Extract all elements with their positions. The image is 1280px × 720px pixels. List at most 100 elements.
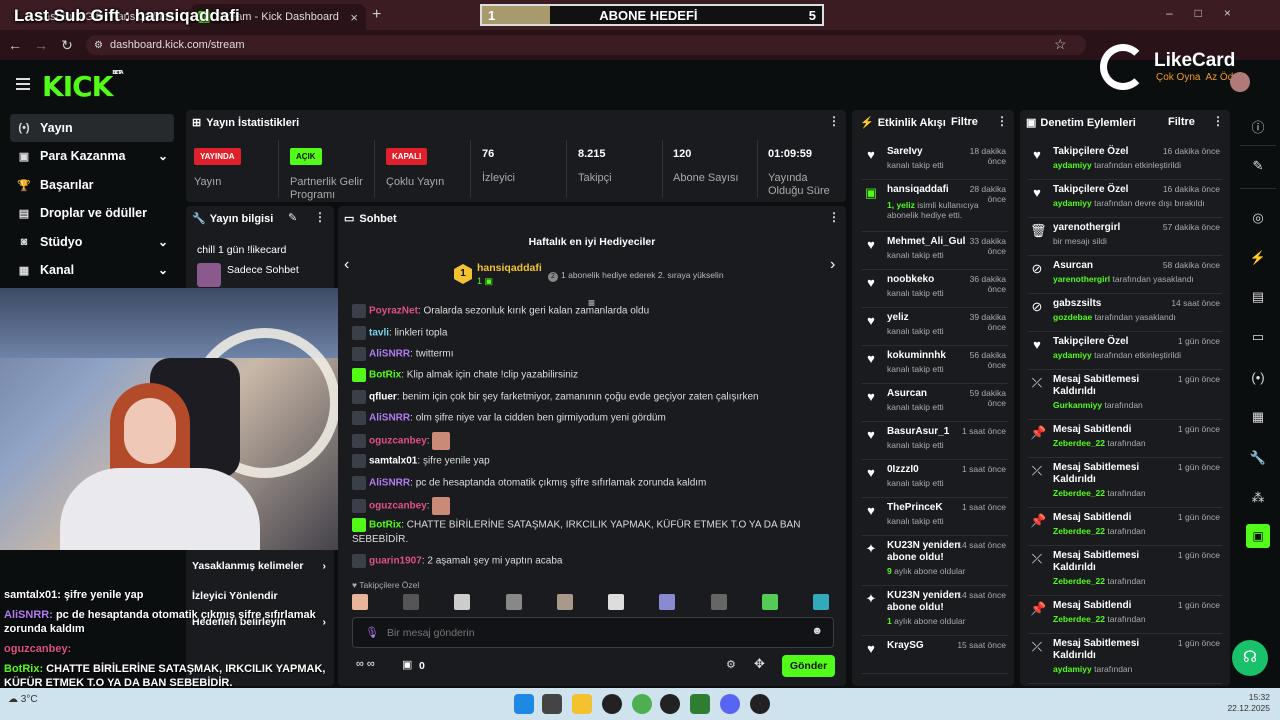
activity-item[interactable]: ♥ 0IzzzI0 1 saat önce kanalı takip etti <box>862 464 1008 498</box>
moderation-item[interactable]: ♥ Takipçilere Özel 16 dakika önce aydamiyy … <box>1028 184 1222 218</box>
moderation-item[interactable]: ⊘ Asurcan 58 dakika önce yarenothergirl tar… <box>1028 260 1222 294</box>
send-button[interactable]: Gönder <box>782 655 835 677</box>
close-tab-icon[interactable]: × <box>350 10 358 25</box>
settings-icon[interactable]: ⚙ <box>726 658 736 671</box>
emote-icon[interactable] <box>659 594 676 610</box>
kick-app-icon[interactable]: ▣ <box>1246 524 1270 548</box>
sidebar-item-kanal[interactable]: ▦ Kanal ⌄ <box>10 256 174 284</box>
store-icon[interactable]: ▣ <box>402 658 412 671</box>
activity-item[interactable]: ✦ KU23N yeniden abone oldu! 14 saat önce 1 … <box>862 590 1008 636</box>
sidebar-item-basarilar[interactable]: 🏆 Başarılar <box>10 171 174 199</box>
document-icon[interactable]: ▤ <box>1248 287 1268 307</box>
moderation-item[interactable]: 🗑 yarenothergirl 57 dakika önce bir mesajı … <box>1028 222 1222 256</box>
activity-menu-icon[interactable]: ⋮ <box>996 114 1008 128</box>
puzzle-icon[interactable]: ✥ <box>754 656 765 672</box>
share-icon[interactable]: ⁂ <box>1248 488 1268 508</box>
activity-item[interactable]: ♥ BasurAsur_1 1 saat önce kanalı takip etti <box>862 426 1008 460</box>
microphone-icon[interactable]: 🎙 <box>365 626 379 639</box>
taskbar-clock[interactable]: 15:32 22.12.2025 <box>1226 692 1270 714</box>
file-explorer-icon[interactable] <box>572 694 592 714</box>
emote-icon[interactable] <box>710 594 727 610</box>
activity-item[interactable]: ✦ KU23N yeniden abone oldu! 14 saat önce 9 … <box>862 540 1008 586</box>
chat-input[interactable] <box>387 624 807 642</box>
menu-icon[interactable] <box>16 78 30 80</box>
chevron-right-icon[interactable]: › <box>830 256 835 274</box>
emote-icon[interactable] <box>454 594 471 610</box>
activity-item[interactable]: ♥ Mehmet_Ali_Gul 33 dakika önce kanalı taki… <box>862 236 1008 270</box>
sidebar-item-droplar[interactable]: ▤ Droplar ve ödüller <box>10 199 174 227</box>
activity-item[interactable]: ♥ SareIvy 18 dakika önce kanalı takip etti <box>862 146 1008 180</box>
chat-username[interactable]: AliSNRR <box>369 478 410 489</box>
emote-icon[interactable] <box>403 594 420 610</box>
stats-menu-icon[interactable]: ⋮ <box>828 114 840 128</box>
back-icon[interactable]: ← <box>6 36 24 54</box>
chat-username[interactable]: guarin1907 <box>369 556 422 567</box>
chat-username[interactable]: AliSNRR <box>369 349 410 360</box>
new-tab-icon[interactable]: + <box>372 6 381 24</box>
activity-item[interactable]: ▣ hansiqaddafi 28 dakika önce 1, yeliz isim… <box>862 184 1008 232</box>
moderation-item[interactable]: ♥ Takipçilere Özel 1 gün önce aydamiyy tara… <box>1028 336 1222 370</box>
avatar[interactable] <box>1230 72 1250 92</box>
chat-username[interactable]: PoyrazNet <box>369 306 418 317</box>
sidebar-item-yayin[interactable]: (•) Yayın <box>10 114 174 142</box>
camera-icon[interactable]: ◎ <box>1248 208 1268 228</box>
activity-item[interactable]: ♥ KraySG 15 saat önce <box>862 640 1008 674</box>
edit-icon[interactable]: ✎ <box>288 211 297 224</box>
window-controls[interactable]: –□× <box>1166 6 1253 20</box>
layout-icon[interactable]: ▦ <box>1248 407 1268 427</box>
chat-username[interactable]: AliSNRR <box>369 413 410 424</box>
emoji-icon[interactable]: ☻ <box>811 625 823 637</box>
chat-username[interactable]: oguzcanbey <box>369 436 427 447</box>
wrench-icon[interactable]: 🔧 <box>1248 448 1268 468</box>
sidebar-item-studyo[interactable]: ◙ Stüdyo ⌄ <box>10 228 174 256</box>
broadcast-icon[interactable]: (•) <box>1248 368 1268 388</box>
reload-icon[interactable]: ↻ <box>58 36 76 54</box>
moderation-filter-button[interactable]: Filtre <box>1168 116 1195 128</box>
chat-input-box[interactable]: 🎙 ☻ <box>352 617 834 648</box>
activity-item[interactable]: ♥ Asurcan 59 dakika önce kanalı takip etti <box>862 388 1008 422</box>
discord-icon[interactable] <box>720 694 740 714</box>
moderation-item[interactable]: ⤫ Mesaj Sabitlemesi Kaldırıldı 1 gün önce a… <box>1028 638 1222 684</box>
chat-menu-icon[interactable]: ⋮ <box>828 210 840 224</box>
forward-icon[interactable]: → <box>32 36 50 54</box>
support-headset-icon[interactable]: ☊ <box>1232 640 1268 676</box>
infinity-points-icon[interactable]: ∞ ∞ <box>356 658 375 670</box>
emote-icon[interactable] <box>505 594 522 610</box>
activity-filter-button[interactable]: Filtre <box>951 116 978 128</box>
chat-username[interactable]: tavli <box>369 328 389 339</box>
task-view-icon[interactable] <box>542 694 562 714</box>
stream-info-menu-icon[interactable]: ⋮ <box>314 210 326 224</box>
moderation-item[interactable]: ⊘ gabszsilts 14 saat önce gozdebae tarafınd… <box>1028 298 1222 332</box>
chat-username[interactable]: BotRix <box>369 520 401 531</box>
chat-username[interactable]: oguzcanbey <box>369 501 427 512</box>
url-field[interactable]: ⚙ dashboard.kick.com/stream <box>86 35 1086 55</box>
bookmark-star-icon[interactable]: ☆ <box>1054 36 1067 53</box>
emote-icon[interactable] <box>352 594 368 610</box>
chat-username[interactable]: qfluer <box>369 392 397 403</box>
chat-username[interactable]: BotRix <box>369 370 401 381</box>
app-icon[interactable] <box>750 694 770 714</box>
app-icon[interactable] <box>660 694 680 714</box>
banned-words-link[interactable]: Yasaklanmış kelimeler › <box>192 560 332 580</box>
activity-item[interactable]: ♥ ThePrinceK 1 saat önce kanalı takip etti <box>862 502 1008 536</box>
site-info-icon[interactable]: ⚙ <box>94 40 103 51</box>
chrome-icon[interactable] <box>632 694 652 714</box>
emote-icon[interactable] <box>761 594 778 610</box>
moderation-item[interactable]: ♥ Takipçilere Özel 16 dakika önce aydamiyy … <box>1028 146 1222 180</box>
activity-item[interactable]: ♥ kokuminnhk 56 dakika önce kanalı takip et… <box>862 350 1008 384</box>
moderation-item[interactable]: 📌 Mesaj Sabitlendi 1 gün önce Zeberdee_22 t… <box>1028 600 1222 634</box>
kick-logo[interactable]: KICKBETA <box>42 70 124 103</box>
emote-icon[interactable] <box>812 594 829 610</box>
sidebar-item-para-kazanma[interactable]: ▣ Para Kazanma ⌄ <box>10 142 174 170</box>
emote-icon[interactable] <box>556 594 573 610</box>
activity-item[interactable]: ♥ noobkeko 36 dakika önce kanalı takip etti <box>862 274 1008 308</box>
chat-icon[interactable]: ▭ <box>1248 327 1268 347</box>
moderation-item[interactable]: ⤫ Mesaj Sabitlemesi Kaldırıldı 1 gün önce Z… <box>1028 462 1222 508</box>
moderation-item[interactable]: ⤫ Mesaj Sabitlemesi Kaldırıldı 1 gün önce Z… <box>1028 550 1222 596</box>
chat-username[interactable]: samtalx01 <box>369 456 417 467</box>
chevron-left-icon[interactable]: ‹ <box>344 256 349 274</box>
info-icon[interactable]: ⓘ <box>1248 118 1268 138</box>
bolt-icon[interactable]: ⚡ <box>1248 248 1268 268</box>
obs-icon[interactable] <box>602 694 622 714</box>
moderation-item[interactable]: ⤫ Mesaj Sabitlemesi Kaldırıldı 1 gün önce G… <box>1028 374 1222 420</box>
